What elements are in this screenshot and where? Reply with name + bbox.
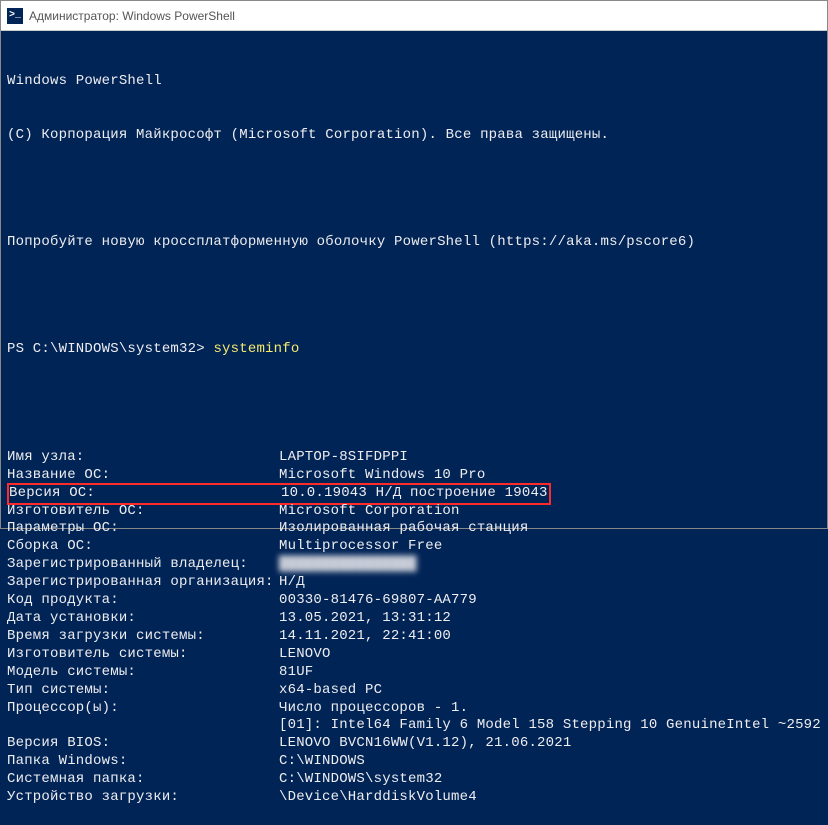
powershell-icon: >_ bbox=[7, 8, 23, 24]
row-value: LENOVO bbox=[279, 646, 331, 664]
row-value: Microsoft Corporation bbox=[279, 503, 460, 521]
table-row: Версия BIOS:LENOVO BVCN16WW(V1.12), 21.0… bbox=[7, 735, 821, 753]
row-key: Версия BIOS: bbox=[7, 735, 279, 753]
systeminfo-output: Имя узла:LAPTOP-8SIFDPPIНазвание ОС:Micr… bbox=[7, 449, 821, 807]
terminal-area[interactable]: Windows PowerShell (C) Корпорация Майкро… bbox=[1, 31, 827, 528]
try-pscore-line: Попробуйте новую кроссплатформенную обол… bbox=[7, 234, 821, 252]
prompt-line: PS C:\WINDOWS\system32> systeminfo bbox=[7, 341, 821, 359]
table-row: Код продукта:00330-81476-69807-AA779 bbox=[7, 592, 821, 610]
table-row: Сборка ОС:Multiprocessor Free bbox=[7, 538, 821, 556]
table-row: Устройство загрузки:\Device\HarddiskVolu… bbox=[7, 789, 821, 807]
row-value: 10.0.19043 Н/Д построение 19043 bbox=[281, 485, 548, 503]
table-row: Тип системы:x64-based PC bbox=[7, 682, 821, 700]
table-row: Системная папка:C:\WINDOWS\system32 bbox=[7, 771, 821, 789]
row-value: Multiprocessor Free bbox=[279, 538, 442, 556]
row-value: C:\WINDOWS\system32 bbox=[279, 771, 442, 789]
table-row: Название ОС:Microsoft Windows 10 Pro bbox=[7, 467, 821, 485]
table-row: Папка Windows:C:\WINDOWS bbox=[7, 753, 821, 771]
row-key: Дата установки: bbox=[7, 610, 279, 628]
row-key: Название ОС: bbox=[7, 467, 279, 485]
banner-line: Windows PowerShell bbox=[7, 73, 821, 91]
row-key: Изготовитель ОС: bbox=[7, 503, 279, 521]
row-key: Процессор(ы): bbox=[7, 700, 279, 718]
blank-line bbox=[7, 395, 821, 413]
row-value: LAPTOP-8SIFDPPI bbox=[279, 449, 408, 467]
row-key: Зарегистрированный владелец: bbox=[7, 556, 279, 574]
row-value: LENOVO BVCN16WW(V1.12), 21.06.2021 bbox=[279, 735, 571, 753]
table-row: Процессор(ы):Число процессоров - 1. bbox=[7, 700, 821, 718]
row-key bbox=[7, 717, 279, 735]
window-titlebar[interactable]: >_ Администратор: Windows PowerShell bbox=[1, 1, 827, 31]
row-value: Число процессоров - 1. bbox=[279, 700, 468, 718]
row-key: Устройство загрузки: bbox=[7, 789, 279, 807]
table-row: Дата установки:13.05.2021, 13:31:12 bbox=[7, 610, 821, 628]
copyright-line: (C) Корпорация Майкрософт (Microsoft Cor… bbox=[7, 127, 821, 145]
row-value: 13.05.2021, 13:31:12 bbox=[279, 610, 451, 628]
row-value: Microsoft Windows 10 Pro bbox=[279, 467, 485, 485]
row-value: 81UF bbox=[279, 664, 313, 682]
row-value: [01]: Intel64 Family 6 Model 158 Steppin… bbox=[279, 717, 828, 735]
row-value: 14.11.2021, 22:41:00 bbox=[279, 628, 451, 646]
table-row: Изготовитель системы:LENOVO bbox=[7, 646, 821, 664]
row-key: Время загрузки системы: bbox=[7, 628, 279, 646]
table-row: Зарегистрированный владелец:████████████… bbox=[7, 556, 821, 574]
table-row: Версия ОС:10.0.19043 Н/Д построение 1904… bbox=[7, 483, 551, 505]
row-value: 00330-81476-69807-AA779 bbox=[279, 592, 477, 610]
row-key: Имя узла: bbox=[7, 449, 279, 467]
table-row: Параметры ОС:Изолированная рабочая станц… bbox=[7, 520, 821, 538]
table-row: Модель системы:81UF bbox=[7, 664, 821, 682]
row-key: Версия ОС: bbox=[9, 485, 281, 503]
table-row: Имя узла:LAPTOP-8SIFDPPI bbox=[7, 449, 821, 467]
command-text: systeminfo bbox=[213, 341, 299, 357]
row-key: Папка Windows: bbox=[7, 753, 279, 771]
row-key: Параметры ОС: bbox=[7, 520, 279, 538]
table-row: Изготовитель ОС:Microsoft Corporation bbox=[7, 503, 821, 521]
table-row: [01]: Intel64 Family 6 Model 158 Steppin… bbox=[7, 717, 821, 735]
row-key: Тип системы: bbox=[7, 682, 279, 700]
row-value: Н/Д bbox=[279, 574, 305, 592]
blank-line bbox=[7, 180, 821, 198]
row-key: Код продукта: bbox=[7, 592, 279, 610]
table-row: Время загрузки системы:14.11.2021, 22:41… bbox=[7, 628, 821, 646]
row-value: C:\WINDOWS bbox=[279, 753, 365, 771]
table-row: Зарегистрированная организация:Н/Д bbox=[7, 574, 821, 592]
row-value: x64-based PC bbox=[279, 682, 382, 700]
row-value: \Device\HarddiskVolume4 bbox=[279, 789, 477, 807]
row-key: Системная папка: bbox=[7, 771, 279, 789]
window-title: Администратор: Windows PowerShell bbox=[29, 9, 235, 23]
row-key: Зарегистрированная организация: bbox=[7, 574, 279, 592]
blank-line bbox=[7, 288, 821, 306]
row-key: Изготовитель системы: bbox=[7, 646, 279, 664]
prompt-path: PS C:\WINDOWS\system32> bbox=[7, 341, 213, 357]
row-value: Изолированная рабочая станция bbox=[279, 520, 528, 538]
row-value: ████████████████ bbox=[279, 556, 417, 574]
row-key: Модель системы: bbox=[7, 664, 279, 682]
row-key: Сборка ОС: bbox=[7, 538, 279, 556]
